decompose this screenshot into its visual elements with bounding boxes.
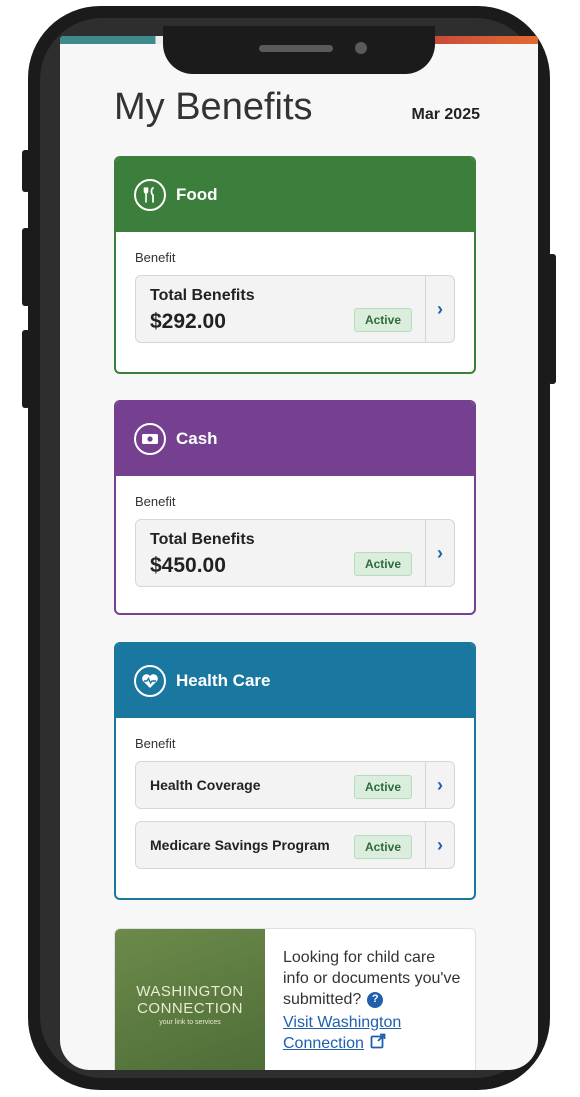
benefit-month: Mar 2025: [411, 106, 481, 123]
page-title: My Benefits: [114, 86, 313, 128]
cash-benefit-label: Benefit: [135, 494, 176, 509]
washington-connection-text: Looking for child care info or documents…: [283, 947, 463, 1055]
cash-total-benefits-row[interactable]: Total Benefits $450.00 Active ›: [135, 519, 455, 587]
chevron-right-icon[interactable]: ›: [425, 822, 454, 868]
status-badge: Active: [353, 835, 412, 859]
chevron-right-icon[interactable]: ›: [425, 520, 454, 586]
logo-line-2: CONNECTION: [137, 999, 243, 1017]
washington-connection-logo: WASHINGTON CONNECTION your link to servi…: [115, 929, 265, 1070]
cash-total-benefits-label: Total Benefits: [150, 531, 255, 548]
food-card-header: Food: [116, 158, 474, 232]
logo-line-1: WASHINGTON: [136, 982, 244, 1000]
health-coverage-label: Health Coverage: [150, 777, 261, 793]
health-care-card-header: Health Care: [116, 644, 474, 718]
external-link-icon[interactable]: [370, 1033, 386, 1055]
front-camera: [355, 42, 367, 54]
food-total-benefits-label: Total Benefits: [150, 287, 255, 304]
food-card-title: Food: [176, 185, 218, 204]
health-benefit-label: Benefit: [135, 736, 176, 751]
medicare-savings-program-label: Medicare Savings Program: [150, 837, 330, 853]
food-total-benefits-row[interactable]: Total Benefits $292.00 Active ›: [135, 275, 455, 343]
food-total-benefits-amount: $292.00: [150, 310, 226, 333]
money-icon: [134, 423, 166, 455]
utensils-icon: [134, 179, 166, 211]
status-badge: Active: [353, 775, 412, 799]
speaker-grille: [259, 45, 333, 52]
phone-notch: [163, 26, 435, 74]
health-coverage-row[interactable]: Health Coverage Active ›: [135, 761, 455, 809]
health-care-card-title: Health Care: [176, 671, 271, 690]
help-icon[interactable]: ?: [367, 991, 384, 1008]
medicare-savings-program-row[interactable]: Medicare Savings Program Active ›: [135, 821, 455, 869]
food-benefit-label: Benefit: [135, 250, 176, 265]
logo-tagline: your link to services: [159, 1018, 221, 1026]
heart-pulse-icon: [134, 665, 166, 697]
cash-card: Cash Benefit Total Benefits $450.00 Acti…: [114, 400, 476, 615]
chevron-right-icon[interactable]: ›: [425, 762, 454, 808]
chevron-right-icon[interactable]: ›: [425, 276, 454, 342]
food-card: Food Benefit Total Benefits $292.00 Acti…: [114, 156, 476, 374]
app-screen: My Benefits Mar 2025 Food Benefit Total …: [60, 36, 538, 1070]
status-badge: Active: [353, 552, 412, 576]
cash-card-header: Cash: [116, 402, 474, 476]
health-care-card: Health Care Benefit Health Coverage Acti…: [114, 642, 476, 900]
washington-connection-card: WASHINGTON CONNECTION your link to servi…: [114, 928, 476, 1070]
cash-total-benefits-amount: $450.00: [150, 554, 226, 577]
status-badge: Active: [353, 308, 412, 332]
cash-card-title: Cash: [176, 429, 218, 448]
